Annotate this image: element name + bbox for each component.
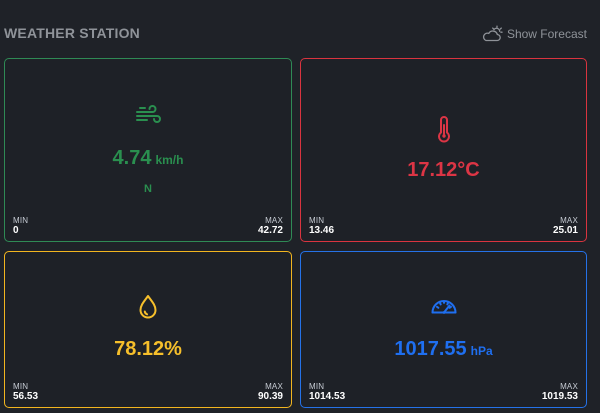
wind-tile: 4.74 km/h N MIN 0 MAX 42.72: [4, 58, 292, 242]
pressure-value: 1017.55: [394, 338, 467, 360]
pressure-reading: 1017.55 hPa: [301, 338, 586, 361]
pressure-min-label: MIN: [309, 382, 325, 391]
show-forecast-button[interactable]: Show Forecast: [481, 23, 587, 45]
temperature-tile: 17.12°C MIN 13.46 MAX 25.01: [300, 58, 587, 242]
gauge-icon: [429, 292, 459, 322]
temperature-max-label: MAX: [560, 216, 578, 225]
pressure-tile: 1017.55 hPa MIN 1014.53 MAX 1019.53: [300, 251, 587, 408]
humidity-min-label: MIN: [13, 382, 29, 391]
thermometer-icon: [429, 115, 459, 145]
humidity-reading: 78.12%: [5, 338, 291, 361]
pressure-min: MIN 1014.53: [309, 382, 345, 402]
wind-direction: N: [144, 183, 152, 195]
cloud-sun-icon: [481, 25, 503, 43]
wind-min-value: 0: [13, 225, 19, 236]
pressure-min-value: 1014.53: [309, 391, 346, 402]
header: WEATHER STATION Show Forecast: [0, 0, 600, 58]
temperature-max: MAX 25.01: [553, 216, 578, 236]
humidity-min-value: 56.53: [13, 391, 39, 402]
pressure-max: MAX 1019.53: [542, 382, 578, 402]
wind-max-value: 42.72: [257, 225, 283, 236]
page-title: WEATHER STATION: [4, 25, 140, 41]
droplet-icon: [133, 292, 163, 322]
temperature-reading: 17.12°C: [301, 159, 586, 182]
wind-max-label: MAX: [265, 216, 283, 225]
temperature-min-label: MIN: [309, 216, 325, 225]
wind-speed-value: 4.74: [112, 147, 152, 169]
humidity-max: MAX 90.39: [258, 382, 283, 402]
temperature-value: 17.12°C: [407, 159, 480, 181]
pressure-unit: hPa: [470, 344, 493, 358]
humidity-value: 78.12%: [114, 338, 182, 360]
wind-reading: 4.74 km/h: [5, 147, 291, 170]
temperature-min-value: 13.46: [309, 225, 335, 236]
humidity-tile: 78.12% MIN 56.53 MAX 90.39: [4, 251, 292, 408]
wind-min: MIN 0: [13, 216, 28, 236]
temperature-min: MIN 13.46: [309, 216, 334, 236]
humidity-max-value: 90.39: [257, 391, 283, 402]
temperature-max-value: 25.01: [552, 225, 578, 236]
wind-icon: [133, 101, 163, 131]
humidity-min: MIN 56.53: [13, 382, 38, 402]
pressure-max-label: MAX: [560, 382, 578, 391]
humidity-max-label: MAX: [265, 382, 283, 391]
show-forecast-label: Show Forecast: [506, 27, 587, 41]
wind-speed-unit: km/h: [155, 153, 184, 167]
wind-min-label: MIN: [13, 216, 29, 225]
pressure-max-value: 1019.53: [541, 391, 578, 402]
wind-max: MAX 42.72: [258, 216, 283, 236]
